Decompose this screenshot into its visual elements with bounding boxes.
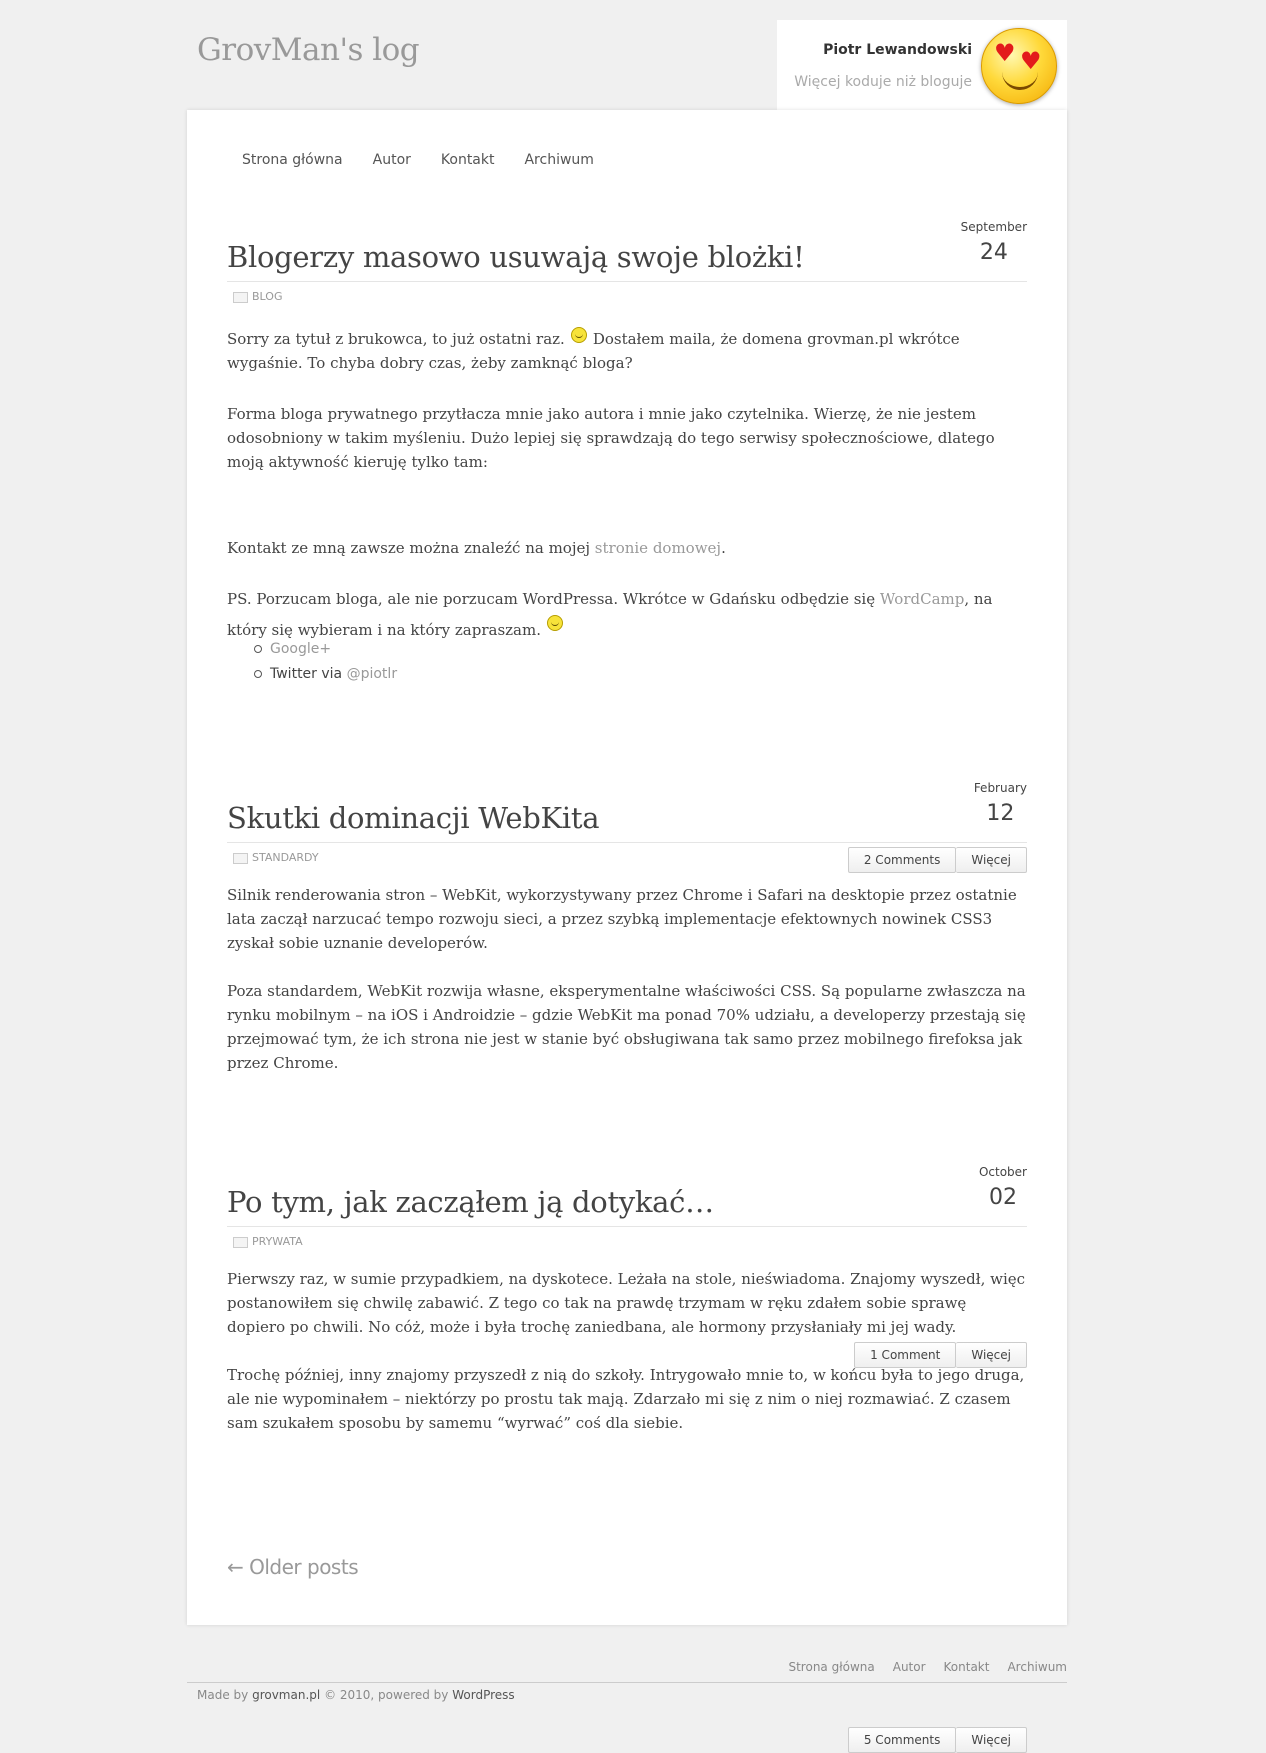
heart-icon: ♥	[1020, 47, 1042, 75]
older-posts-link[interactable]: ← Older posts	[227, 1555, 359, 1579]
post-day: 02	[988, 1185, 1017, 1210]
author-name: Piotr Lewandowski	[823, 42, 972, 58]
main-nav: Strona główna Autor Kontakt Archiwum	[242, 152, 624, 168]
post-title[interactable]: Po tym, jak zacząłem ją dotykać…	[227, 1185, 714, 1219]
post-date: October 02	[979, 1165, 1027, 1210]
post-paragraph: Trochę później, inny znajomy przyszedł z…	[227, 1366, 1025, 1432]
footer-nav-home[interactable]: Strona główna	[788, 1660, 874, 1674]
folder-icon	[233, 292, 248, 303]
smile-icon	[1002, 71, 1038, 90]
footer-nav-contact[interactable]: Kontakt	[944, 1660, 990, 1674]
credits-text: © 2010, powered by	[324, 1688, 449, 1702]
post-text: Sorry za tytuł z brukowca, to już ostatn…	[227, 330, 565, 348]
post-paragraph: Silnik renderowania stron – WebKit, wyko…	[227, 886, 1017, 952]
twitter-handle-link[interactable]: @piotlr	[347, 666, 397, 682]
grovman-link[interactable]: grovman.pl	[252, 1688, 320, 1702]
nav-item-home[interactable]: Strona główna	[242, 152, 343, 168]
post-month: October	[978, 1165, 1027, 1179]
read-more-button[interactable]: Więcej	[956, 847, 1027, 873]
post-month: February	[973, 781, 1027, 795]
smile-emoticon-icon	[547, 615, 563, 631]
footer-nav-archive[interactable]: Archiwum	[1007, 1660, 1067, 1674]
folder-icon	[233, 853, 248, 864]
category-label: PRYWATA	[252, 1234, 303, 1248]
post-paragraph: Poza standardem, WebKit rozwija własne, …	[227, 982, 1026, 1072]
category-label: BLOG	[252, 289, 283, 303]
site-title[interactable]: GrovMan's log	[197, 32, 420, 68]
nav-item-archive[interactable]: Archiwum	[524, 152, 593, 168]
footer-divider	[187, 1682, 1067, 1683]
post-paragraph: Kontakt ze mną zawsze można znaleźć na m…	[227, 536, 1027, 560]
main-container: Strona główna Autor Kontakt Archiwum Sep…	[187, 110, 1067, 1753]
footer-nav-author[interactable]: Autor	[893, 1660, 926, 1674]
post-text: .	[721, 539, 726, 557]
post-title[interactable]: Skutki dominacji WebKita	[227, 801, 599, 835]
post-date: February 12	[974, 781, 1027, 826]
post-text: PS. Porzucam bloga, ale nie porzucam Wor…	[227, 590, 876, 608]
wordcamp-link[interactable]: WordCamp	[880, 590, 964, 608]
category-label: STANDARDY	[252, 850, 319, 864]
list-text: Twitter via	[270, 666, 343, 682]
post-day: 24	[979, 240, 1008, 265]
post-month: September	[960, 220, 1027, 234]
post-body: Sorry za tytuł z brukowca, to już ostatn…	[227, 327, 1027, 375]
post-category[interactable]: PRYWATA	[233, 1234, 303, 1248]
post-category[interactable]: STANDARDY	[233, 850, 319, 864]
post-paragraph: PS. Porzucam bloga, ale nie porzucam Wor…	[227, 584, 1027, 646]
heart-icon: ♥	[994, 39, 1016, 67]
wink-emoticon-icon	[570, 327, 587, 343]
avatar: ♥ ♥	[981, 28, 1057, 104]
wordpress-link[interactable]: WordPress	[452, 1688, 514, 1702]
post-paragraph: Forma bloga prywatnego przytłacza mnie j…	[227, 405, 995, 471]
post-date: September 24	[961, 220, 1027, 265]
credits-text: Made by	[197, 1688, 249, 1702]
footer-credits: Made by grovman.pl © 2010, powered by Wo…	[197, 1688, 515, 1702]
post-actions: 2 Comments Więcej	[847, 847, 1027, 873]
list-item: Twitter via @piotlr	[254, 662, 397, 687]
post-paragraph: Pierwszy raz, w sumie przypadkiem, na dy…	[227, 1270, 1026, 1336]
footer-nav: Strona główna Autor Kontakt Archiwum	[788, 1660, 1067, 1674]
title-divider	[227, 281, 1027, 282]
title-divider	[227, 1226, 1027, 1227]
comments-button[interactable]: 2 Comments	[847, 847, 957, 873]
author-tagline: Więcej koduje niż bloguje	[794, 74, 972, 90]
homepage-link[interactable]: stronie domowej	[595, 539, 721, 557]
title-divider	[227, 842, 1027, 843]
nav-item-contact[interactable]: Kontakt	[441, 152, 495, 168]
post-day: 12	[986, 801, 1015, 826]
author-box: Piotr Lewandowski Więcej koduje niż blog…	[777, 20, 1067, 110]
post-category[interactable]: BLOG	[233, 289, 282, 303]
post-title[interactable]: Blogerzy masowo usuwają swoje blożki!	[227, 240, 805, 274]
folder-icon	[233, 1237, 248, 1248]
post-text: Kontakt ze mną zawsze można znaleźć na m…	[227, 539, 591, 557]
nav-item-author[interactable]: Autor	[373, 152, 411, 168]
